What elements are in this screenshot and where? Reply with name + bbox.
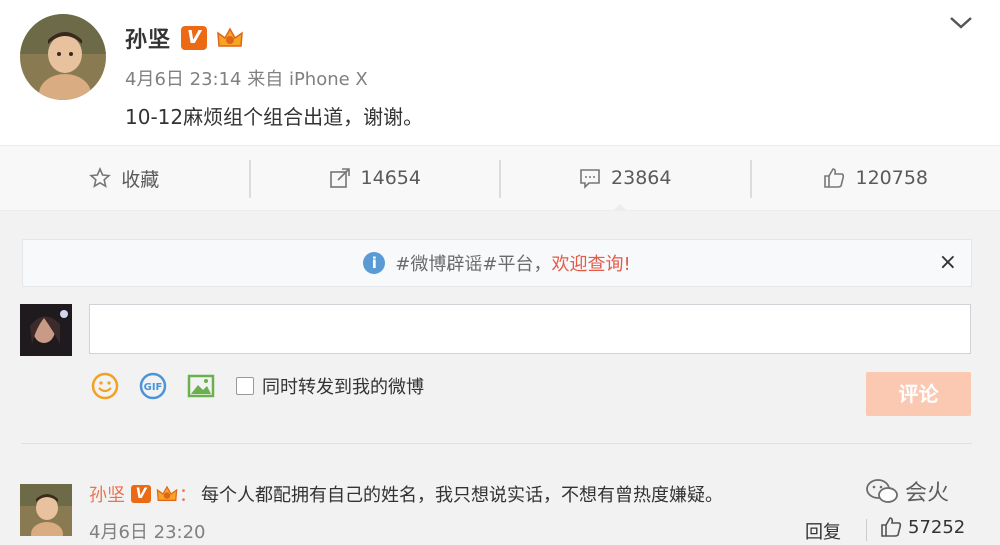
- gif-icon[interactable]: GIF: [138, 371, 168, 401]
- author-name[interactable]: 孙坚: [125, 22, 171, 54]
- favorite-button[interactable]: 收藏: [0, 146, 249, 210]
- repost-count: 14654: [360, 167, 421, 189]
- comment-count: 23864: [611, 167, 672, 189]
- image-icon[interactable]: [186, 371, 216, 401]
- comment-input[interactable]: [89, 304, 971, 354]
- thumbs-up-icon: [881, 517, 902, 537]
- verified-badge-icon: V: [181, 26, 208, 50]
- post-time-source: 4月6日 23:14 来自 iPhone X: [125, 69, 368, 90]
- comment-author-name[interactable]: 孙坚: [89, 481, 125, 507]
- post-header: 孙坚 V 4月6日 23:14 来自 iPhone X 10-12麻烦组个组合出…: [0, 0, 1000, 145]
- watermark: 会火: [865, 475, 949, 507]
- watermark-text: 会火: [905, 481, 950, 506]
- rumor-notice-banner: i #微博辟谣#平台， 欢迎查询! ×: [22, 239, 972, 287]
- vip-crown-icon: [215, 26, 245, 50]
- repost-checkbox-text: 同时转发到我的微博: [262, 377, 424, 398]
- comment-like-button[interactable]: 57252: [880, 516, 965, 538]
- submit-comment-button[interactable]: 评论: [866, 372, 971, 416]
- author-avatar[interactable]: [20, 14, 106, 100]
- notice-text: #微博辟谣#平台，: [395, 254, 552, 275]
- thumbs-up-icon: [824, 168, 845, 188]
- like-count: 120758: [855, 167, 929, 189]
- repost-button[interactable]: 14654: [251, 146, 500, 210]
- comment-colon: ：: [179, 485, 197, 506]
- comment-divider: [22, 443, 972, 444]
- favorite-label: 收藏: [121, 168, 160, 191]
- comment-icon: [580, 169, 600, 189]
- comment-button[interactable]: 23864: [501, 146, 750, 210]
- info-icon: i: [363, 252, 386, 274]
- comment-text: 每个人都配拥有自己的姓名，我只想说实话，不想有曾热度嫌疑。: [201, 485, 723, 506]
- notice-link[interactable]: 欢迎查询!: [551, 250, 630, 276]
- comment-author-avatar[interactable]: [20, 484, 72, 536]
- chevron-down-icon[interactable]: [948, 14, 974, 32]
- emoji-icon[interactable]: [90, 371, 120, 401]
- vip-crown-icon: [155, 484, 179, 504]
- current-user-avatar[interactable]: [20, 304, 72, 356]
- comment-like-count: 57252: [908, 516, 966, 538]
- svg-text:GIF: GIF: [144, 382, 163, 393]
- close-icon[interactable]: ×: [939, 250, 957, 275]
- composer-toolbar: GIF 同时转发到我的微博: [90, 371, 424, 401]
- reply-button[interactable]: 回复: [805, 518, 841, 544]
- divider: [866, 519, 867, 541]
- comment-time: 4月6日 23:20: [89, 522, 206, 543]
- repost-checkbox[interactable]: [236, 377, 254, 395]
- verified-badge-icon: V: [131, 485, 151, 503]
- repost-checkbox-label[interactable]: 同时转发到我的微博: [236, 373, 424, 399]
- star-icon: [89, 167, 112, 188]
- post-action-bar: 收藏 14654 23864 120758: [0, 145, 1000, 211]
- like-button[interactable]: 120758: [752, 146, 1000, 210]
- repost-icon: [329, 168, 350, 188]
- author-row: 孙坚 V: [125, 22, 245, 54]
- weibo-post-page: 孙坚 V 4月6日 23:14 来自 iPhone X 10-12麻烦组个组合出…: [0, 0, 1000, 545]
- wechat-icon: [866, 479, 898, 503]
- post-text: 10-12麻烦组个组合出道，谢谢。: [125, 105, 424, 129]
- comment-body: 孙坚 V ： 每个人都配拥有自己的姓名，我只想说实话，不想有曾热度嫌疑。: [89, 481, 723, 507]
